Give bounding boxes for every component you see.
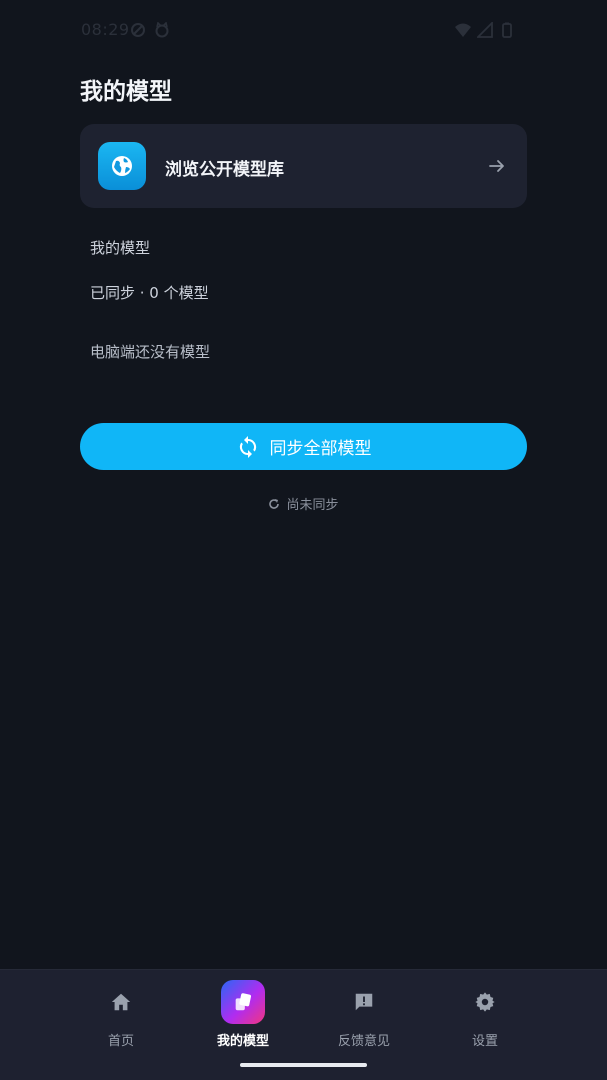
models-icon-box [221,980,265,1024]
status-right-icons [455,22,515,38]
feedback-icon-box [342,980,386,1024]
nav-label-my-models: 我的模型 [216,1034,269,1049]
nav-item-my-models[interactable]: 我的模型 [183,970,303,1060]
status-left-icons [130,22,170,38]
sync-all-models-label: 同步全部模型 [269,439,372,458]
do-not-disturb-icon [131,23,145,37]
cat-face-icon [155,22,169,38]
my-models-section-title: 我的模型 [90,239,151,257]
sync-status: 尚未同步 [0,494,607,513]
nav-label-settings: 设置 [471,1034,498,1049]
feedback-icon [355,993,373,1011]
sync-status-text: 尚未同步 [286,498,339,513]
empty-state-message: 电脑端还没有模型 [90,343,211,361]
nav-label-feedback: 反馈意见 [337,1034,390,1049]
models-icon [235,993,252,1011]
status-bar: 08:29 [0,0,607,62]
synced-model-count: 已同步 · 0 个模型 [90,284,209,302]
wifi-icon [455,23,471,37]
sync-icon [239,435,256,458]
status-time: 08:29 [81,20,130,39]
nav-item-feedback[interactable]: 反馈意见 [304,970,424,1060]
battery-icon [502,22,512,38]
browse-public-models-card[interactable]: 浏览公开模型库 [80,124,527,208]
refresh-icon [269,498,280,509]
gear-icon [475,992,495,1012]
globe-icon-badge [98,142,146,190]
home-icon [111,993,131,1011]
nav-label-home: 首页 [107,1034,134,1049]
arrow-right-icon [489,160,504,172]
page-title: 我的模型 [80,79,172,105]
globe-icon [112,156,132,176]
signal-icon [477,22,493,38]
home-indicator[interactable] [240,1063,367,1067]
browse-public-models-label: 浏览公开模型库 [165,160,284,180]
gear-icon-box [463,980,507,1024]
nav-item-settings[interactable]: 设置 [425,970,545,1060]
home-icon-box [99,980,143,1024]
nav-item-home[interactable]: 首页 [61,970,181,1060]
sync-all-models-button[interactable]: 同步全部模型 [80,423,527,470]
